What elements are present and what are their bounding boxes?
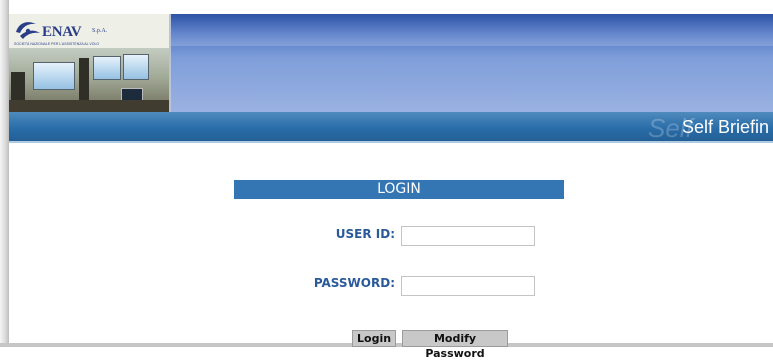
password-input[interactable] bbox=[401, 276, 535, 296]
app-brand-title: Self Briefin bbox=[682, 117, 770, 137]
title-bar: Self Self Briefin bbox=[9, 112, 773, 141]
login-button[interactable]: Login bbox=[352, 330, 396, 347]
user-id-label: USER ID: bbox=[335, 227, 395, 241]
logo-suffix: S.p.A. bbox=[92, 28, 108, 34]
enav-emblem-icon bbox=[16, 22, 40, 39]
enav-logo-block: ENAV S.p.A. SOCIETÀ NAZIONALE PER L'ASSI… bbox=[9, 14, 171, 112]
user-id-input[interactable] bbox=[401, 226, 535, 246]
title-bar-underline bbox=[9, 141, 773, 143]
logo-tagline: SOCIETÀ NAZIONALE PER L'ASSISTENZA AL VO… bbox=[14, 42, 100, 46]
logo-name: ENAV bbox=[42, 24, 82, 40]
control-room-photo bbox=[9, 48, 169, 112]
password-label: PASSWORD: bbox=[313, 276, 395, 290]
modify-password-button[interactable]: Modify Password bbox=[402, 330, 508, 360]
header-sheen bbox=[165, 16, 773, 46]
login-heading: LOGIN bbox=[234, 180, 564, 199]
window-left-edge bbox=[0, 0, 9, 347]
